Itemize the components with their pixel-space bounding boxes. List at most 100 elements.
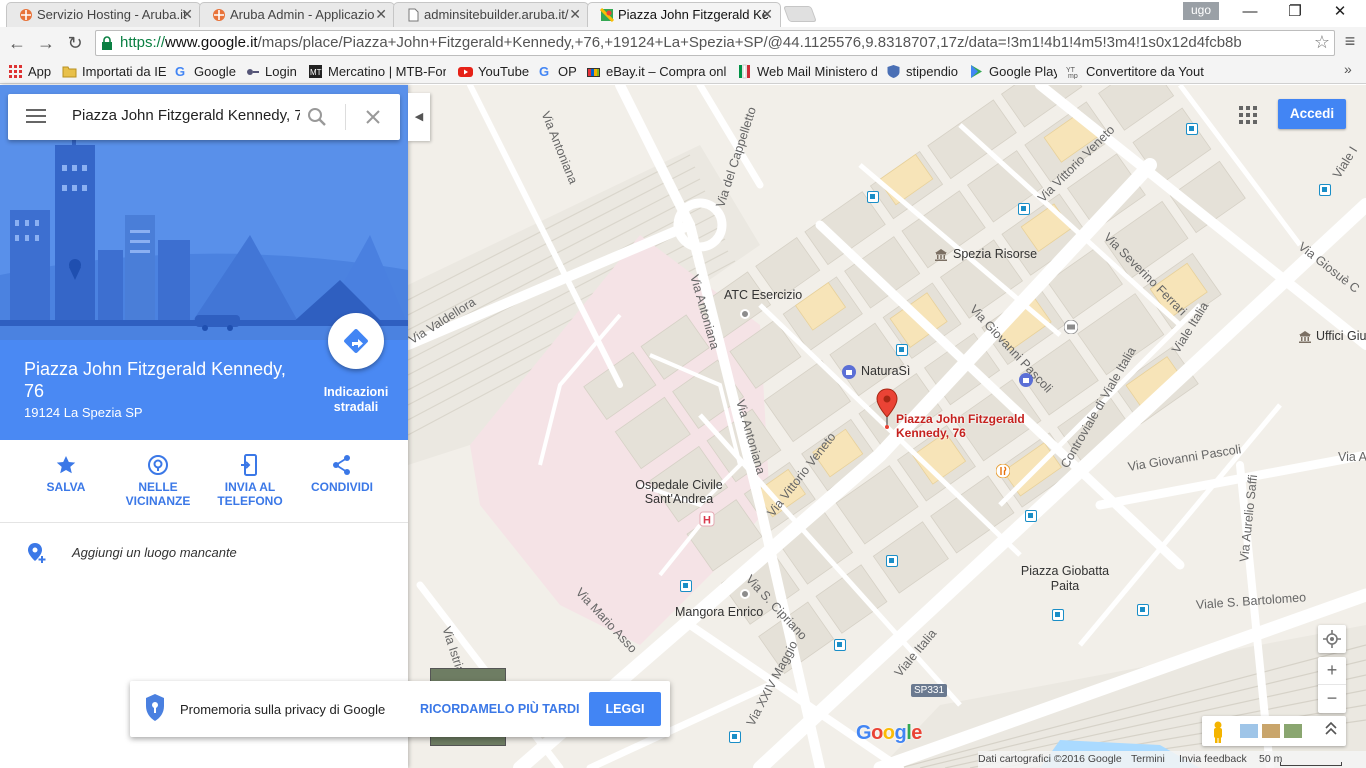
my-location-icon xyxy=(1323,630,1341,648)
shopping-icon[interactable] xyxy=(1019,373,1033,387)
poi-label[interactable]: Uffici Giu xyxy=(1316,329,1366,343)
svg-text:G: G xyxy=(175,64,185,79)
bookmark-op[interactable]: G OP xyxy=(538,62,578,81)
poi-label[interactable]: Piazza Giobatta Paita xyxy=(1020,564,1110,594)
bus-stop-icon[interactable] xyxy=(1319,184,1331,196)
place-hero-illustration: Piazza John Fitzgerald Kennedy, 76 xyxy=(0,85,408,340)
terms-link[interactable]: Termini xyxy=(1131,751,1165,768)
poi-label[interactable]: Spezia Risorse xyxy=(953,247,1037,261)
bus-stop-icon[interactable] xyxy=(834,639,846,651)
my-location-button[interactable] xyxy=(1318,625,1346,653)
bus-stop-icon[interactable] xyxy=(1137,604,1149,616)
bus-glyph xyxy=(899,347,904,352)
send-feedback-link[interactable]: Invia feedback xyxy=(1179,751,1247,768)
new-tab-button[interactable] xyxy=(783,6,817,22)
forward-arrow-icon[interactable]: → xyxy=(34,31,58,55)
close-icon[interactable] xyxy=(362,106,384,128)
layers-control[interactable] xyxy=(1202,716,1346,746)
directions-label[interactable]: Indicazioni stradali xyxy=(315,385,397,415)
bus-glyph xyxy=(683,583,688,588)
bus-stop-icon[interactable] xyxy=(680,580,692,592)
close-tab-icon[interactable]: ✕ xyxy=(761,3,773,26)
poi-label[interactable]: ATC Esercizio xyxy=(724,288,802,302)
search-box[interactable]: Piazza John Fitzgerald Kennedy, 76 xyxy=(8,94,400,140)
nearby-icon xyxy=(148,455,168,475)
close-tab-icon[interactable]: ✕ xyxy=(569,3,581,26)
red-location-pin-icon[interactable] xyxy=(876,388,898,430)
google-apps-icon[interactable] xyxy=(1238,105,1258,125)
bookmark-folder-ie[interactable]: Importati da IE xyxy=(62,62,166,81)
save-button[interactable]: SALVA xyxy=(20,454,112,494)
bus-stop-icon[interactable] xyxy=(896,344,908,356)
bookmark-web-mail[interactable]: Web Mail Ministero d xyxy=(737,62,877,81)
poi-label[interactable]: Mangora Enrico xyxy=(675,605,763,619)
google-g-icon: G xyxy=(539,64,549,79)
zoom-in-button[interactable]: + xyxy=(1318,657,1346,685)
bookmark-login[interactable]: Login xyxy=(245,62,301,81)
bookmark-mtb-forum[interactable]: MT Mercatino | MTB-Foru xyxy=(308,62,446,81)
nearby-button[interactable]: NELLE VICINANZE xyxy=(112,454,204,508)
restore-icon[interactable]: ❐ xyxy=(1273,1,1317,25)
government-building-icon[interactable] xyxy=(934,248,948,262)
search-icon[interactable] xyxy=(306,106,328,128)
tab-google-maps[interactable]: Piazza John Fitzgerald Ke ✕ xyxy=(587,2,781,27)
tab-sitebuilder[interactable]: adminsitebuilder.aruba.it/ ✕ xyxy=(393,2,589,27)
close-tab-icon[interactable]: ✕ xyxy=(181,3,193,26)
collapse-panel-button[interactable]: ◀ xyxy=(408,93,430,141)
url-text: https://www.google.it/maps/place/Piazza+… xyxy=(120,34,1242,51)
star-icon xyxy=(56,456,76,474)
bus-stop-icon[interactable] xyxy=(1018,203,1030,215)
shield-icon xyxy=(146,694,164,721)
place-panel: Piazza John Fitzgerald Kennedy, 76 Piazz… xyxy=(0,85,408,768)
bookmark-youtube-converter[interactable]: YT mp Convertitore da Youtu xyxy=(1066,62,1204,81)
bookmark-apps[interactable]: App xyxy=(8,62,56,81)
back-arrow-icon[interactable]: ← xyxy=(5,31,29,55)
bus-glyph xyxy=(1028,513,1033,518)
bus-stop-icon[interactable] xyxy=(886,555,898,567)
bookmark-google-play[interactable]: Google Play xyxy=(969,62,1057,81)
reload-icon[interactable]: ↻ xyxy=(63,31,87,55)
tab-aruba-admin[interactable]: Aruba Admin - Applicazio ✕ xyxy=(199,2,395,27)
poi-label[interactable]: Ospedale Civile Sant'Andrea xyxy=(619,478,739,506)
government-building-icon[interactable] xyxy=(1298,330,1312,344)
bookmark-google[interactable]: G Google xyxy=(174,62,236,81)
add-missing-place[interactable]: Aggiungi un luogo mancante xyxy=(0,530,408,574)
hamburger-menu-icon[interactable] xyxy=(26,109,46,125)
bus-stop-icon[interactable] xyxy=(729,731,741,743)
tab-aruba-hosting[interactable]: Servizio Hosting - Aruba.it ✕ xyxy=(6,2,201,27)
svg-text:MT: MT xyxy=(310,68,322,77)
poi-label[interactable]: NaturaSì xyxy=(861,364,910,378)
bookmark-ebay[interactable]: eBay.it – Compra onlir xyxy=(586,62,726,81)
share-button[interactable]: CONDIVIDI xyxy=(296,454,388,494)
shopping-icon[interactable] xyxy=(842,365,856,379)
bus-glyph xyxy=(889,558,894,563)
close-window-icon[interactable]: ✕ xyxy=(1318,1,1362,25)
address-bar[interactable]: https://www.google.it/maps/place/Piazza+… xyxy=(95,30,1335,56)
search-input[interactable]: Piazza John Fitzgerald Kennedy, 76 xyxy=(72,107,300,124)
user-profile-badge[interactable]: ugo xyxy=(1183,2,1219,20)
browser-menu-icon[interactable]: ≡ xyxy=(1340,31,1360,55)
send-to-phone-button[interactable]: INVIA AL TELEFONO xyxy=(204,454,296,508)
bookmark-stipendio[interactable]: stipendio xyxy=(886,62,960,81)
generic-poi-icon[interactable] xyxy=(740,309,750,319)
zoom-out-button[interactable]: − xyxy=(1318,685,1346,713)
bookmark-youtube[interactable]: YouTube xyxy=(458,62,530,81)
bus-stop-icon[interactable] xyxy=(1025,510,1037,522)
minimize-icon[interactable]: — xyxy=(1228,1,1272,25)
post-office-icon[interactable] xyxy=(1063,319,1079,335)
scale-label: 50 m xyxy=(1259,753,1283,765)
bus-stop-icon[interactable] xyxy=(867,191,879,203)
remind-later-button[interactable]: RICORDAMELO PIÙ TARDI xyxy=(420,702,580,716)
close-tab-icon[interactable]: ✕ xyxy=(375,3,387,26)
directions-button[interactable] xyxy=(328,313,384,369)
bus-stop-icon[interactable] xyxy=(1186,123,1198,135)
generic-poi-icon[interactable] xyxy=(740,589,750,599)
read-button[interactable]: LEGGI xyxy=(589,692,661,726)
bus-stop-icon[interactable] xyxy=(1052,609,1064,621)
bookmark-star-icon[interactable]: ☆ xyxy=(1314,32,1330,53)
sign-in-button[interactable]: Accedi xyxy=(1278,99,1346,129)
more-bookmarks-icon[interactable]: » xyxy=(1344,61,1352,77)
hospital-icon[interactable]: H xyxy=(699,511,715,527)
restaurant-icon[interactable] xyxy=(995,463,1011,479)
tab-title: Aruba Admin - Applicazio xyxy=(230,7,375,22)
